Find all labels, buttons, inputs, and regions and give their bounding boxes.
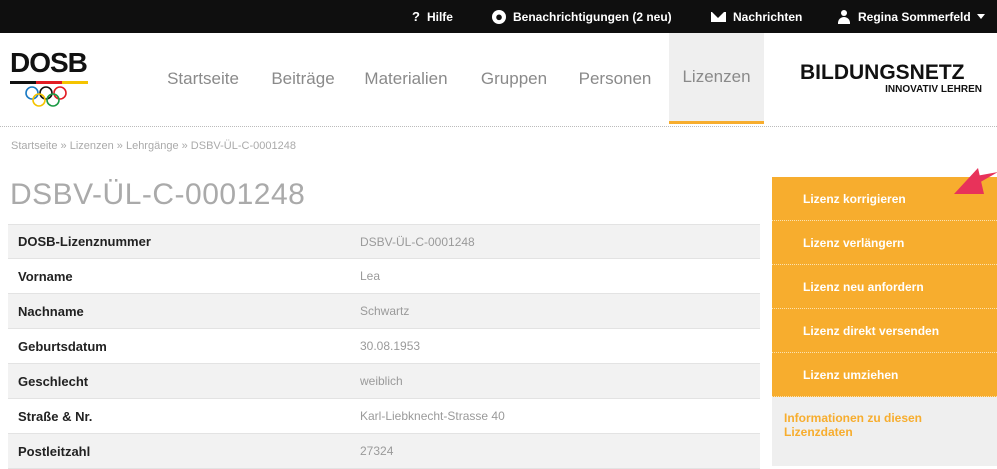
logo-text: DOSB bbox=[10, 47, 88, 78]
table-row: Vorname Lea bbox=[8, 259, 760, 294]
user-menu[interactable]: Regina Sommerfeld bbox=[837, 0, 985, 33]
row-label: Vorname bbox=[18, 268, 73, 284]
table-row: Straße & Nr. Karl-Liebknecht-Strasse 40 bbox=[8, 399, 760, 434]
messages-label: Nachrichten bbox=[733, 9, 803, 24]
license-details-table: DOSB-Lizenznummer DSBV-ÜL-C-0001248 Vorn… bbox=[8, 224, 760, 469]
table-row: DOSB-Lizenznummer DSBV-ÜL-C-0001248 bbox=[8, 224, 760, 259]
row-value: weiblich bbox=[360, 374, 403, 388]
bildungsnetz-brand[interactable]: BILDUNGSNETZ INNOVATIV LEHREN bbox=[800, 61, 990, 95]
dosb-logo[interactable]: DOSB bbox=[10, 47, 90, 109]
nav-item-personen[interactable]: Personen bbox=[565, 33, 665, 124]
row-label: DOSB-Lizenznummer bbox=[18, 234, 151, 249]
lizenz-neu-anfordern-button[interactable]: Lizenz neu anfordern bbox=[772, 265, 997, 309]
row-label: Postleitzahl bbox=[18, 443, 91, 459]
row-label: Nachname bbox=[18, 303, 84, 319]
row-value: 27324 bbox=[360, 444, 394, 458]
user-name: Regina Sommerfeld bbox=[858, 9, 971, 24]
lizenz-direkt-versenden-button[interactable]: Lizenz direkt versenden bbox=[772, 309, 997, 353]
nav-item-gruppen[interactable]: Gruppen bbox=[468, 33, 560, 124]
lizenz-verlaengern-button[interactable]: Lizenz verlängern bbox=[772, 221, 997, 265]
mail-icon bbox=[711, 11, 726, 22]
table-row: Geburtsdatum 30.08.1953 bbox=[8, 329, 760, 364]
pointer-arrow-icon bbox=[954, 168, 997, 194]
row-value: Lea bbox=[360, 269, 381, 283]
license-info-link[interactable]: Informationen zu diesen Lizenzdaten bbox=[772, 397, 997, 466]
row-value: Karl-Liebknecht-Strasse 40 bbox=[360, 409, 505, 423]
table-row: Geschlecht weiblich bbox=[8, 364, 760, 399]
question-icon: ? bbox=[412, 9, 420, 24]
help-link[interactable]: ? Hilfe bbox=[412, 0, 453, 33]
olympic-rings-icon bbox=[25, 86, 67, 107]
row-label: Geschlecht bbox=[18, 373, 89, 389]
notifications-label: Benachrichtigungen (2 neu) bbox=[513, 9, 672, 24]
table-row: Nachname Schwartz bbox=[8, 294, 760, 329]
notifications-link[interactable]: ● Benachrichtigungen (2 neu) bbox=[492, 0, 672, 33]
nav-item-lizenzen[interactable]: Lizenzen bbox=[669, 33, 764, 124]
row-value: 30.08.1953 bbox=[360, 339, 421, 353]
user-icon bbox=[837, 9, 851, 24]
nav-item-materialien[interactable]: Materialien bbox=[352, 33, 460, 124]
license-actions-sidebar: Lizenz korrigieren Lizenz verlängern Liz… bbox=[772, 177, 997, 466]
breadcrumb[interactable]: Startseite » Lizenzen » Lehrgänge » DSBV… bbox=[11, 140, 296, 152]
nav-item-beitraege[interactable]: Beiträge bbox=[263, 33, 343, 124]
main-header: DOSB Startseite Beiträge Materialien Gru… bbox=[0, 33, 997, 124]
brand-subtitle: INNOVATIV LEHREN bbox=[885, 84, 982, 95]
globe-icon: ● bbox=[492, 9, 506, 24]
table-row: Postleitzahl 27324 bbox=[8, 434, 760, 469]
top-utility-bar: ? Hilfe ● Benachrichtigungen (2 neu) Nac… bbox=[0, 0, 997, 33]
row-label: Straße & Nr. bbox=[18, 408, 93, 424]
help-label: Hilfe bbox=[426, 9, 453, 24]
logo-color-bars bbox=[10, 81, 88, 84]
caret-down-icon bbox=[976, 14, 985, 19]
row-value: Schwartz bbox=[360, 304, 410, 318]
page-title: DSBV-ÜL-C-0001248 bbox=[10, 178, 306, 211]
brand-title: BILDUNGSNETZ bbox=[800, 61, 965, 84]
row-label: Geburtsdatum bbox=[18, 338, 107, 354]
messages-link[interactable]: Nachrichten bbox=[711, 0, 802, 33]
lizenz-umziehen-button[interactable]: Lizenz umziehen bbox=[772, 353, 997, 397]
row-value: DSBV-ÜL-C-0001248 bbox=[360, 234, 475, 249]
nav-item-startseite[interactable]: Startseite bbox=[157, 33, 249, 124]
header-divider bbox=[0, 126, 997, 127]
